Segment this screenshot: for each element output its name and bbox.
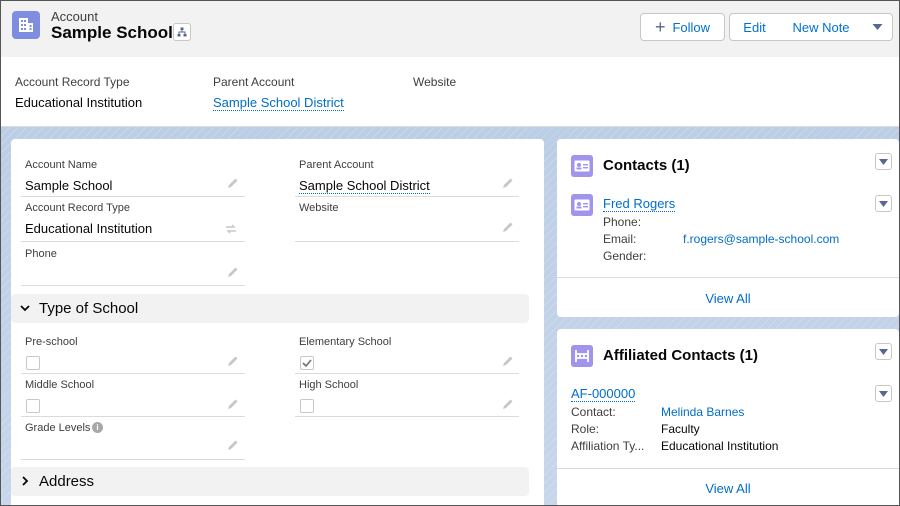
affiliation-record-link[interactable]: AF-000000 [571,386,636,402]
change-record-type-icon[interactable] [224,223,238,235]
contacts-card: Contacts (1) Fred Rogers Phone: Email: f… [557,139,899,317]
field-divider [295,416,519,417]
affiliation-contact-label: Contact: [571,405,616,419]
contacts-view-all-link[interactable]: View All [557,291,899,306]
section-title: Address [39,473,95,490]
grade-levels-label: Grade Levels [25,422,91,434]
contacts-title: Contacts (1) [603,157,690,174]
chevron-down-icon [879,158,888,165]
edit-elementary-pencil-icon[interactable] [502,355,514,367]
view-hierarchy-button[interactable] [173,23,191,41]
edit-button[interactable]: Edit [729,13,780,41]
affiliation-icon [571,345,593,367]
contact-gender-label: Gender: [603,249,647,263]
affiliation-role-label: Role: [571,422,600,436]
record-type-value: Educational Institution [25,221,153,236]
affiliation-role-value: Faculty [661,422,700,436]
preschool-label: Pre-school [25,336,78,348]
preschool-checkbox[interactable] [26,356,40,370]
middle-school-checkbox[interactable] [26,399,40,413]
affiliated-menu-button[interactable] [875,343,892,360]
details-panel: Account Name Sample School Parent Accoun… [11,139,544,505]
record-title: Sample School [51,23,173,42]
section-title: Type of School [39,300,139,317]
follow-label: Follow [672,19,711,35]
edit-high-school-pencil-icon[interactable] [502,398,514,410]
affiliation-contact-link[interactable]: Melinda Barnes [661,405,744,419]
section-type-of-school[interactable]: Type of School [11,294,529,323]
info-icon[interactable]: i [92,422,103,433]
field-divider [295,373,519,374]
card-divider [557,468,899,469]
contacts-menu-button[interactable] [875,153,892,170]
contact-phone-label: Phone: [603,215,642,229]
affiliated-view-all-link[interactable]: View All [557,481,899,496]
contact-name-link[interactable]: Fred Rogers [603,196,676,212]
middle-school-label: Middle School [25,379,95,391]
high-school-checkbox[interactable] [300,399,314,413]
affiliation-type-label: Affiliation Ty... [571,439,645,453]
affiliation-type-value: Educational Institution [661,439,779,453]
chevron-down-icon [879,390,888,397]
phone-label: Phone [25,248,57,260]
chevron-right-icon [22,476,29,486]
field-divider [21,459,245,460]
field-divider [21,196,245,197]
highlight-label-record-type: Account Record Type [15,75,130,89]
follow-button[interactable]: + Follow [640,13,725,41]
highlight-value-record-type: Educational Institution [15,95,143,110]
chevron-down-icon [879,348,888,355]
affiliation-row-menu-button[interactable] [875,385,892,402]
field-divider [21,416,245,417]
field-divider [21,373,245,374]
elementary-label: Elementary School [299,336,392,348]
highlight-label-parent-account: Parent Account [213,75,295,89]
parent-account-link[interactable]: Sample School District [299,178,430,194]
chevron-down-icon [872,24,883,30]
affiliated-contacts-title: Affiliated Contacts (1) [603,347,759,364]
more-actions-button[interactable] [863,13,893,41]
chevron-down-icon [20,305,30,312]
edit-phone-pencil-icon[interactable] [227,266,239,278]
hierarchy-icon [177,27,187,37]
account-name-label: Account Name [25,159,98,171]
new-note-button[interactable]: New Note [779,13,864,41]
contact-email-link[interactable]: f.rogers@sample-school.com [683,232,839,246]
high-school-label: High School [299,379,359,391]
elementary-checkbox[interactable] [300,356,314,370]
edit-preschool-pencil-icon[interactable] [227,355,239,367]
app-frame: Account Sample School + Follow Edit New … [0,0,900,506]
account-name-value: Sample School [25,178,113,193]
account-icon [12,11,40,39]
checkmark-icon [302,359,312,368]
contact-record-icon [571,194,593,216]
edit-account-name-pencil-icon[interactable] [227,177,239,189]
highlight-parent-account-link[interactable]: Sample School District [213,95,344,111]
field-divider [21,285,245,286]
plus-icon: + [654,17,666,37]
website-label: Website [299,202,339,214]
field-divider [21,241,245,242]
record-type-label: Account Record Type [25,202,130,214]
contact-email-label: Email: [603,232,637,246]
field-divider [295,196,519,197]
highlight-label-website: Website [413,75,457,89]
edit-middle-school-pencil-icon[interactable] [227,398,239,410]
affiliated-contacts-card: Affiliated Contacts (1) AF-000000 Contac… [557,329,899,505]
field-divider [295,241,519,242]
edit-website-pencil-icon[interactable] [502,221,514,233]
edit-parent-account-pencil-icon[interactable] [502,177,514,189]
object-type-label: Account [51,9,98,24]
chevron-down-icon [879,200,888,207]
parent-account-label: Parent Account [299,159,374,171]
record-header: Account Sample School + Follow Edit New … [1,1,899,127]
card-divider [557,277,899,278]
contact-icon [571,155,593,177]
section-address[interactable]: Address [11,467,529,496]
contact-row-menu-button[interactable] [875,195,892,212]
edit-grade-levels-pencil-icon[interactable] [227,439,239,451]
